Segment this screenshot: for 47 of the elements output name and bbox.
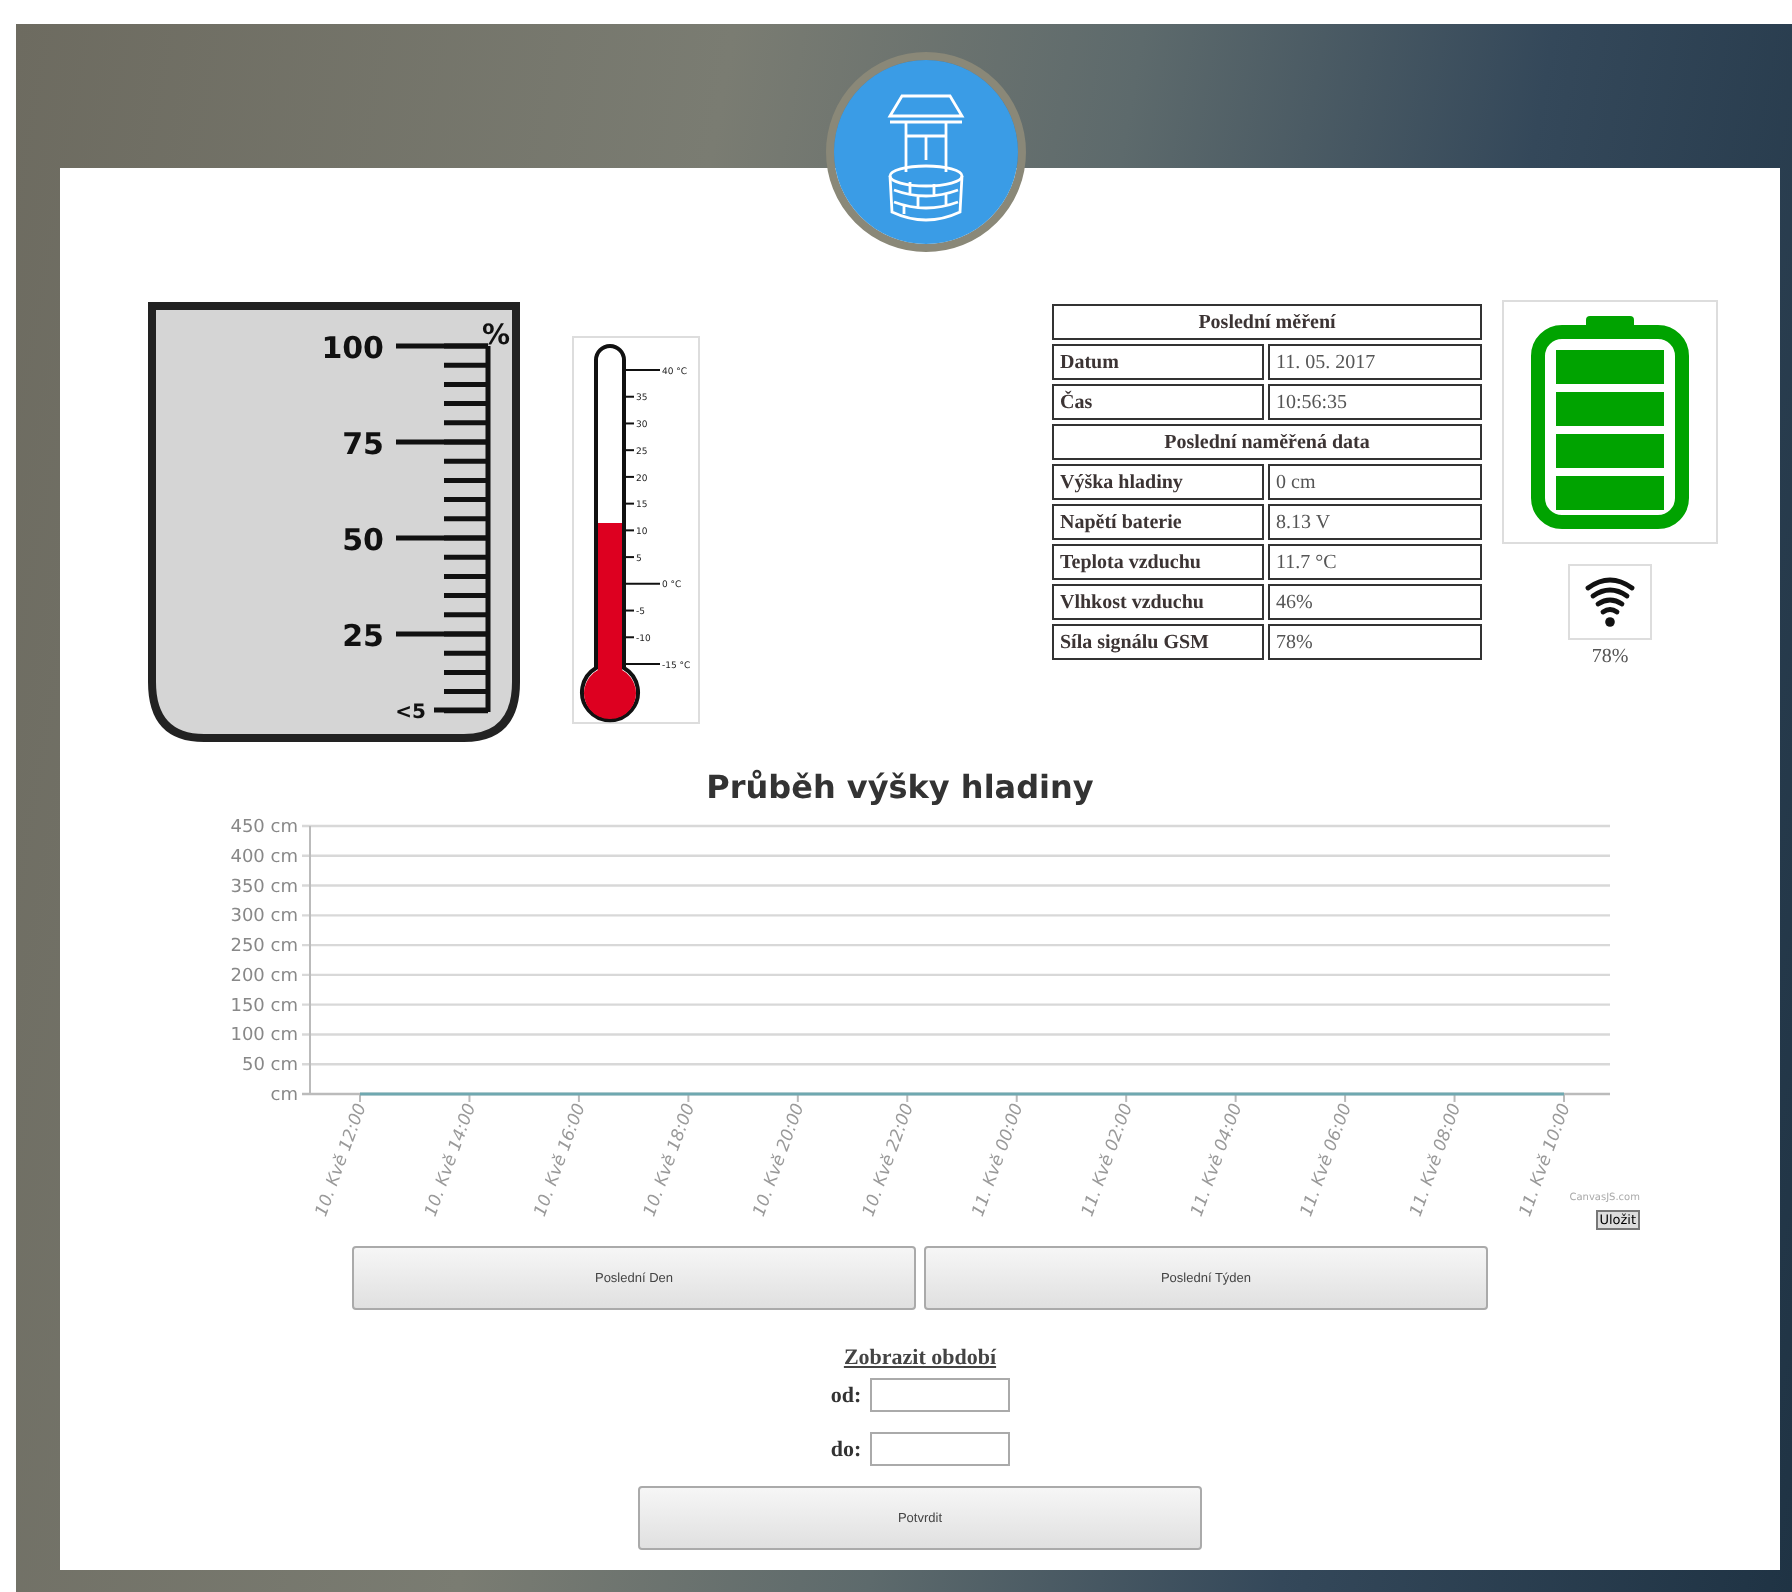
x-tick-label: 11. Kvě 02:00 bbox=[1078, 1101, 1138, 1220]
y-tick-label: 450 cm bbox=[230, 818, 298, 838]
y-tick-label: 400 cm bbox=[230, 847, 298, 868]
input-field[interactable] bbox=[869, 1378, 1010, 1412]
table-cell: 11. 05. 2017 bbox=[1268, 344, 1482, 380]
table-cell: Datum bbox=[1052, 344, 1264, 380]
x-tick-label: 11. Kvě 06:00 bbox=[1297, 1101, 1357, 1220]
x-tick-label: 11. Kvě 04:00 bbox=[1187, 1101, 1248, 1220]
table-cell: 0 cm bbox=[1268, 464, 1482, 500]
table-cell: Vlhkost vzduchu bbox=[1052, 584, 1264, 620]
chart-title: Průběh výšky hladiny bbox=[706, 768, 1094, 810]
table-cell: Síla signálu GSM bbox=[1052, 624, 1264, 660]
period-heading: Zobrazit období bbox=[843, 1346, 997, 1370]
wifi-icon bbox=[1568, 564, 1652, 640]
x-tick-label: 10. Kvě 22:00 bbox=[859, 1101, 919, 1220]
x-tick-label: 11. Kvě 00:00 bbox=[969, 1101, 1029, 1220]
y-tick-label: 300 cm bbox=[230, 907, 298, 928]
table-cell: Čas bbox=[1052, 384, 1264, 420]
table-cell: 78% bbox=[1268, 624, 1482, 660]
table-cell: 46% bbox=[1268, 584, 1482, 620]
table-heading: Poslední měření bbox=[1052, 304, 1482, 340]
y-tick-label: 100 cm bbox=[230, 1026, 298, 1047]
table-cell: 8.13 V bbox=[1268, 504, 1482, 540]
y-tick-label: 50 cm bbox=[241, 1056, 298, 1077]
battery-icon bbox=[1502, 300, 1718, 544]
table-heading: Poslední naměřená data bbox=[1052, 424, 1482, 460]
y-tick-label: 250 cm bbox=[230, 937, 298, 958]
y-tick-label: cm bbox=[270, 1086, 298, 1106]
field-label: od: bbox=[830, 1383, 862, 1407]
table-cell: Výška hladiny bbox=[1052, 464, 1264, 500]
signal-reading: 78% bbox=[1591, 646, 1629, 668]
x-tick-label: 10. Kvě 16:00 bbox=[531, 1101, 591, 1220]
x-tick-label: 10. Kvě 20:00 bbox=[750, 1101, 810, 1220]
x-tick-label: 10. Kvě 18:00 bbox=[640, 1101, 700, 1220]
field-label: do: bbox=[830, 1437, 862, 1461]
table-cell: 11.7 °C bbox=[1268, 544, 1482, 580]
x-tick-label: 11. Kvě 08:00 bbox=[1406, 1101, 1467, 1220]
y-tick-label: 150 cm bbox=[230, 996, 298, 1017]
table-cell: Teplota vzduchu bbox=[1052, 544, 1264, 580]
table-cell: 10:56:35 bbox=[1268, 384, 1482, 420]
x-tick-label: 10. Kvě 14:00 bbox=[421, 1101, 482, 1220]
input-field[interactable] bbox=[869, 1432, 1010, 1466]
y-tick-label: 200 cm bbox=[230, 966, 298, 987]
table-cell: Napětí baterie bbox=[1052, 504, 1264, 540]
level-gauge-drawing: 100 75 50 25 <5 % bbox=[144, 302, 524, 746]
x-tick-label: 10. Kvě 12:00 bbox=[312, 1101, 372, 1220]
y-tick-label: 350 cm bbox=[230, 877, 298, 898]
